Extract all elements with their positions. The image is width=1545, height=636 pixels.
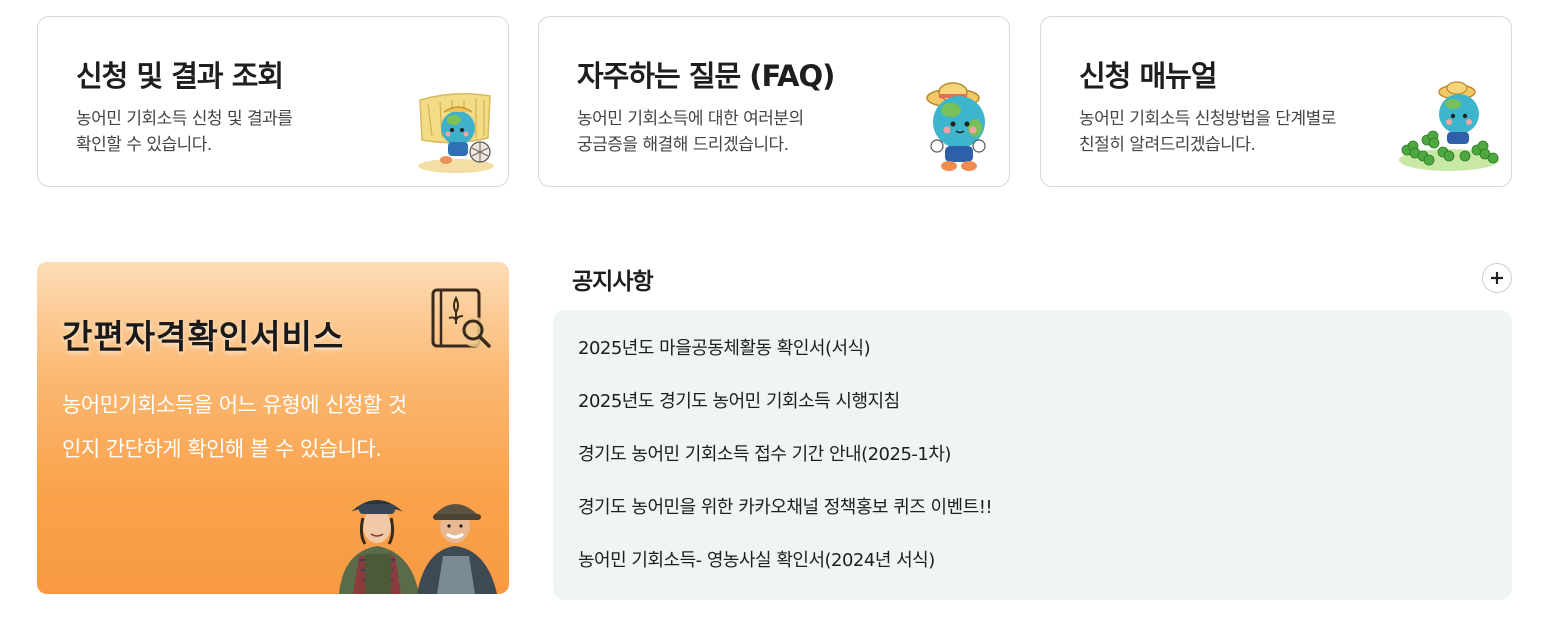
- card-desc: 농어민 기회소득 신청방법을 단계별로 친절히 알려드리겠습니다.: [1079, 106, 1369, 158]
- card-faq[interactable]: 자주하는 질문 (FAQ) 농어민 기회소득에 대한 여러분의 궁금증을 해결해…: [538, 16, 1010, 187]
- notice-item[interactable]: 2025년도 마을공동체활동 확인서(서식): [578, 336, 1512, 389]
- card-desc-line: 농어민 기회소득 신청 및 결과를: [76, 109, 293, 129]
- mascot-with-hat-icon: [915, 74, 1001, 178]
- quick-eligibility-service-banner[interactable]: 간편자격확인서비스 농어민기회소득을 어느 유형에 신청할 것 인지 간단하게 …: [37, 262, 509, 594]
- service-desc-line: 인지 간단하게 확인해 볼 수 있습니다.: [62, 437, 382, 461]
- plus-icon: [1491, 272, 1503, 284]
- document-search-icon: [429, 286, 497, 360]
- card-desc-line: 농어민 기회소득 신청방법을 단계별로: [1079, 109, 1336, 129]
- notice-list: 2025년도 마을공동체활동 확인서(서식) 2025년도 경기도 농어민 기회…: [553, 310, 1512, 600]
- card-desc: 농어민 기회소득에 대한 여러분의 궁금증을 해결해 드리겠습니다.: [577, 106, 867, 158]
- notice-section-title: 공지사항: [572, 269, 654, 295]
- card-apply-result[interactable]: 신청 및 결과 조회 농어민 기회소득 신청 및 결과를 확인할 수 있습니다.: [37, 16, 509, 187]
- service-title: 간편자격확인서비스: [62, 317, 345, 356]
- service-desc: 농어민기회소득을 어느 유형에 신청할 것 인지 간단하게 확인해 볼 수 있습…: [62, 383, 492, 471]
- notice-more-button[interactable]: [1482, 263, 1512, 293]
- service-desc-line: 농어민기회소득을 어느 유형에 신청할 것: [62, 393, 407, 417]
- notice-item[interactable]: 2025년도 경기도 농어민 기회소득 시행지침: [578, 389, 1512, 442]
- card-title: 신청 및 결과 조회: [76, 59, 284, 93]
- card-desc-line: 궁금증을 해결해 드리겠습니다.: [577, 135, 789, 155]
- notice-item[interactable]: 경기도 농어민 기회소득 접수 기간 안내(2025-1차): [578, 442, 1512, 495]
- card-title: 자주하는 질문 (FAQ): [577, 59, 835, 93]
- notice-item[interactable]: 농어민 기회소득- 영농사실 확인서(2024년 서식): [578, 548, 1512, 601]
- notice-item[interactable]: 경기도 농어민을 위한 카카오채널 정책홍보 퀴즈 이벤트!!: [578, 495, 1512, 548]
- farmers-photo: [337, 490, 509, 594]
- card-desc: 농어민 기회소득 신청 및 결과를 확인할 수 있습니다.: [76, 106, 366, 158]
- card-manual[interactable]: 신청 매뉴얼 농어민 기회소득 신청방법을 단계별로 친절히 알려드리겠습니다.: [1040, 16, 1512, 187]
- mascot-with-clover-icon: [1393, 80, 1503, 178]
- card-desc-line: 확인할 수 있습니다.: [76, 135, 212, 155]
- card-desc-line: 친절히 알려드리겠습니다.: [1079, 135, 1256, 155]
- card-desc-line: 농어민 기회소득에 대한 여러분의: [577, 109, 804, 129]
- mascot-with-hay-icon: [414, 88, 500, 178]
- card-title: 신청 매뉴얼: [1079, 59, 1217, 93]
